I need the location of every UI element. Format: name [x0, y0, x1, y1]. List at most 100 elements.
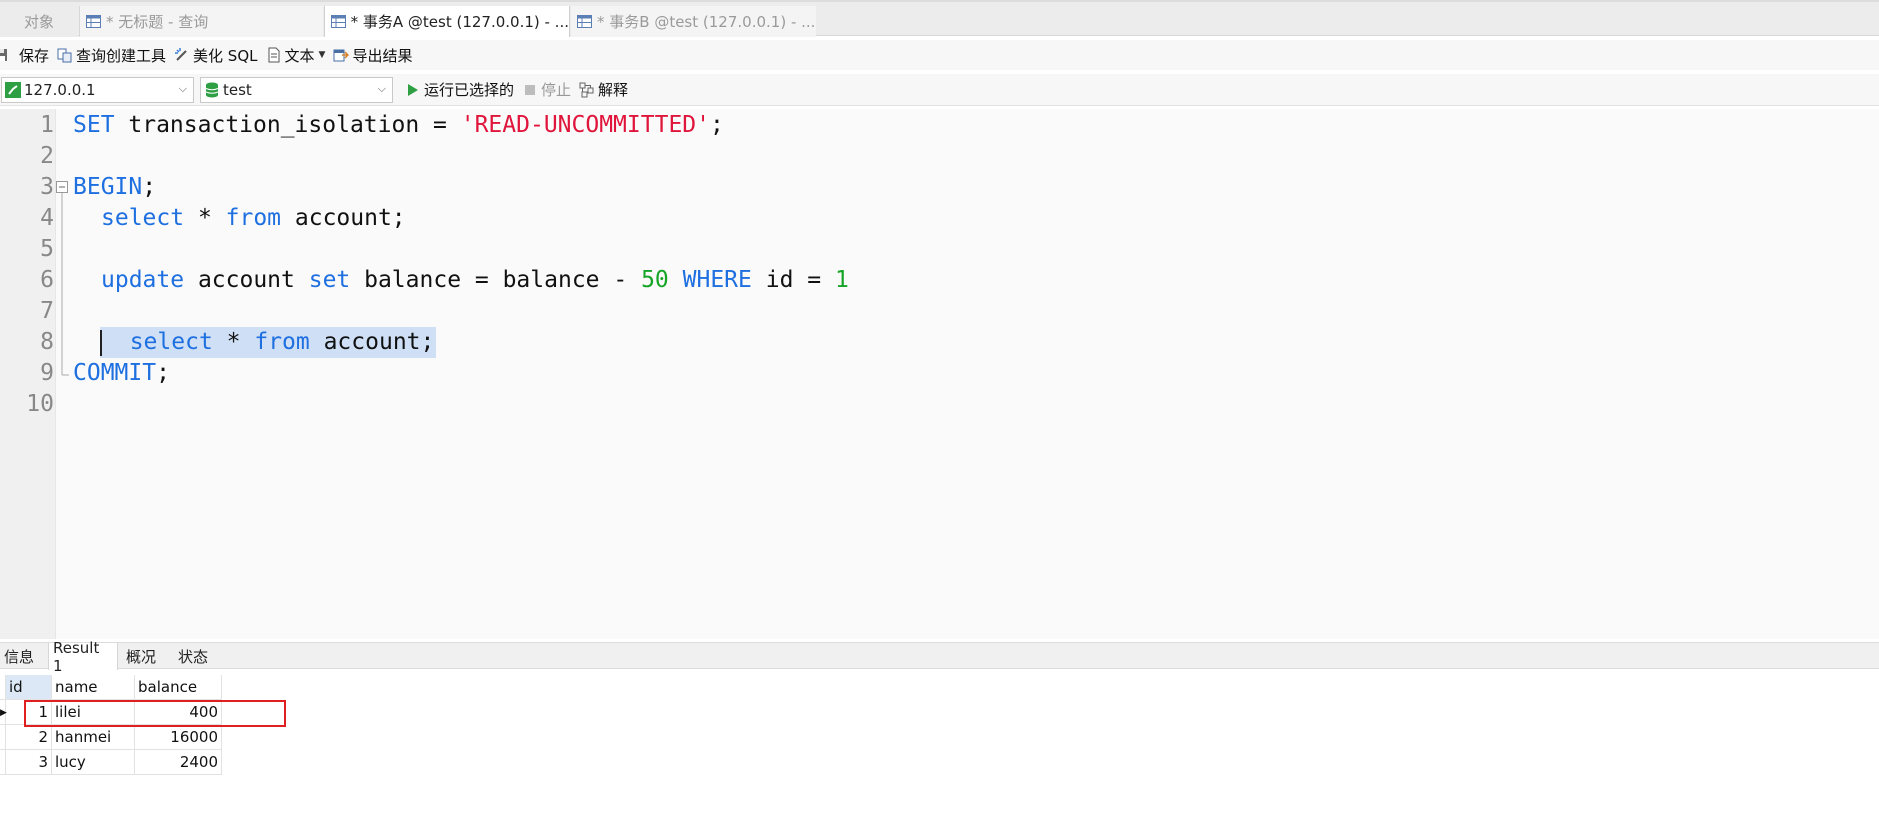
code-line-9: COMMIT; [73, 358, 170, 389]
cell-balance[interactable]: 2400 [135, 750, 222, 775]
fold-guide-line [61, 193, 69, 376]
stop-button[interactable]: 停止 [522, 79, 571, 100]
connection-host: 127.0.0.1 [24, 80, 96, 99]
cell-id[interactable]: 2 [6, 725, 52, 750]
code-line-4: select * from account; [101, 203, 406, 234]
tab-transaction-b[interactable]: * 事务B @test (127.0.0.1) - ... [571, 6, 816, 37]
line-number: 8 [40, 329, 54, 355]
stop-label: 停止 [541, 81, 572, 99]
connection-icon [5, 81, 21, 98]
beautify-sql-label: 美化 SQL [193, 46, 258, 65]
database-name: test [223, 80, 252, 99]
sql-number: 50 [641, 267, 669, 293]
code-line-3: BEGIN; [73, 172, 156, 203]
save-icon [0, 47, 16, 63]
sql-keyword: WHERE [682, 267, 752, 293]
table-row[interactable]: 3 lucy 2400 [0, 750, 222, 775]
column-header-id[interactable]: id [6, 675, 52, 700]
tab-untitled-query[interactable]: * 无标题 - 查询 [79, 6, 323, 37]
explain-button[interactable]: 解释 [579, 79, 628, 100]
tab-transaction-a-label: * 事务A @test (127.0.0.1) - ... [350, 13, 569, 31]
line-number: 1 [40, 112, 54, 138]
tab-status[interactable]: 状态 [174, 643, 212, 669]
line-number: 4 [40, 205, 54, 231]
column-header-balance[interactable]: balance [135, 675, 222, 700]
run-selected-button[interactable]: 运行已选择的 [405, 79, 514, 100]
tab-result-1[interactable]: Result 1 [48, 639, 118, 675]
beautify-sql-button[interactable]: 美化 SQL [174, 45, 258, 66]
tab-info[interactable]: 信息 [0, 643, 38, 669]
sql-editor[interactable]: 1 2 3 4 5 6 7 8 9 10 SET transaction_iso… [0, 109, 1879, 639]
highlight-annotation-box [24, 700, 286, 727]
database-icon [204, 82, 220, 98]
tab-objects[interactable]: 对象 [0, 6, 78, 37]
export-results-button[interactable]: 导出结果 [333, 45, 412, 66]
query-toolbar: 保存 查询创建工具 美化 SQL 文本 ▼ 导出结果 [0, 40, 1879, 70]
sql-keyword: from [254, 329, 310, 355]
sql-string: 'READ-UNCOMMITTED' [460, 112, 710, 138]
connection-toolbar: 127.0.0.1 ⌵ test ⌵ 运行已选择的 停止 解释 [0, 74, 1879, 106]
query-table-icon [331, 14, 347, 29]
run-selected-label: 运行已选择的 [424, 81, 515, 99]
tab-untitled-label: * 无标题 - 查询 [106, 13, 209, 31]
sql-keyword: from [225, 205, 282, 231]
sql-text: ; [709, 112, 724, 138]
sql-keyword: BEGIN [73, 174, 143, 200]
line-number: 2 [40, 143, 54, 169]
cell-balance[interactable]: 16000 [135, 725, 222, 750]
line-number: 10 [26, 391, 54, 417]
sql-keyword: COMMIT [73, 360, 157, 386]
line-number: 7 [40, 298, 54, 324]
fold-collapse-icon[interactable] [56, 181, 68, 193]
sql-text: balance = balance - [350, 267, 642, 293]
line-number: 9 [40, 360, 54, 386]
explain-label: 解释 [598, 81, 629, 99]
text-mode-label: 文本 [284, 46, 315, 65]
line-number: 6 [40, 267, 54, 293]
tab-objects-label: 对象 [23, 13, 54, 31]
tab-transaction-a[interactable]: * 事务A @test (127.0.0.1) - ... [324, 6, 570, 37]
sql-number: 1 [834, 267, 849, 293]
sql-text: ; [156, 360, 170, 386]
export-icon [333, 47, 350, 63]
play-icon [405, 82, 421, 98]
sql-keyword: update [101, 267, 185, 293]
explain-icon [579, 82, 595, 98]
sql-text: transaction_isolation = [114, 112, 461, 138]
database-select[interactable]: test ⌵ [200, 76, 393, 103]
magic-wand-icon [174, 47, 190, 63]
code-line-1: SET transaction_isolation = 'READ-UNCOMM… [73, 110, 724, 141]
sql-keyword: SET [73, 112, 115, 138]
export-results-label: 导出结果 [352, 46, 413, 65]
cell-id[interactable]: 3 [6, 750, 52, 775]
table-row[interactable]: 2 hanmei 16000 [0, 725, 222, 750]
sql-keyword: select [101, 205, 185, 231]
cell-name[interactable]: hanmei [52, 725, 135, 750]
chevron-down-icon: ⌵ [178, 81, 187, 95]
tab-profile[interactable]: 概况 [122, 643, 160, 669]
query-builder-icon [57, 47, 73, 63]
save-label: 保存 [19, 46, 50, 65]
sql-text: account; [281, 205, 406, 231]
line-number: 3 [40, 174, 54, 200]
code-line-8-selected: select * from account; [100, 327, 437, 358]
column-header-name[interactable]: name [52, 675, 135, 700]
grid-header-row: id name balance [0, 675, 222, 700]
sql-text: * [212, 329, 255, 355]
connection-select[interactable]: 127.0.0.1 ⌵ [1, 76, 194, 103]
sql-text: ; [142, 174, 157, 200]
sql-keyword: set [308, 267, 351, 293]
current-row-arrow-icon: ▶ [0, 708, 7, 718]
query-table-icon [86, 14, 102, 29]
sql-text: account; [309, 329, 435, 355]
text-mode-dropdown[interactable]: 文本 ▼ [266, 45, 325, 66]
result-tab-bar: 信息 Result 1 概况 状态 [0, 639, 1879, 675]
query-builder-label: 查询创建工具 [76, 46, 167, 65]
sql-keyword: select [129, 329, 213, 355]
sql-text: id = [751, 267, 835, 293]
save-button[interactable]: 保存 [0, 45, 49, 66]
cell-name[interactable]: lucy [52, 750, 135, 775]
stop-icon [522, 82, 538, 98]
query-builder-button[interactable]: 查询创建工具 [57, 45, 166, 66]
tab-transaction-b-label: * 事务B @test (127.0.0.1) - ... [597, 13, 816, 31]
